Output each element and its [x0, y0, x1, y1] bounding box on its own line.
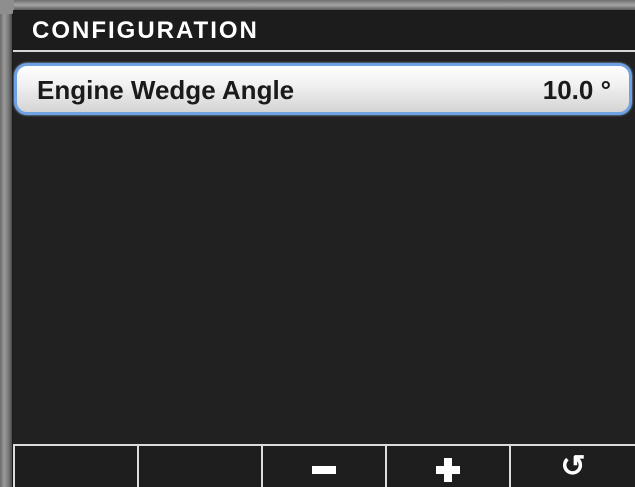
- bezel-left: [0, 0, 13, 487]
- softkey-2[interactable]: [137, 444, 261, 487]
- setting-label: Engine Wedge Angle: [37, 75, 295, 105]
- bezel-top: [0, 0, 635, 10]
- bezel-corner: [0, 0, 14, 14]
- page-title: CONFIGURATION: [32, 17, 259, 44]
- screen-header: CONFIGURATION: [13, 10, 635, 52]
- reset-button[interactable]: ↺: [509, 444, 635, 487]
- reset-icon: ↺: [560, 449, 586, 483]
- softkey-bar: ↺: [13, 444, 635, 487]
- minus-icon: [312, 465, 336, 474]
- plus-icon: [436, 457, 460, 482]
- increment-button[interactable]: [385, 444, 509, 487]
- display-screen: CONFIGURATION Engine Wedge Angle 10.0 ° …: [0, 0, 635, 487]
- decrement-button[interactable]: [261, 444, 385, 487]
- setting-value: 10.0 °: [542, 75, 611, 105]
- list-item-engine-wedge-angle[interactable]: Engine Wedge Angle 10.0 °: [14, 63, 632, 115]
- softkey-1[interactable]: [13, 444, 137, 487]
